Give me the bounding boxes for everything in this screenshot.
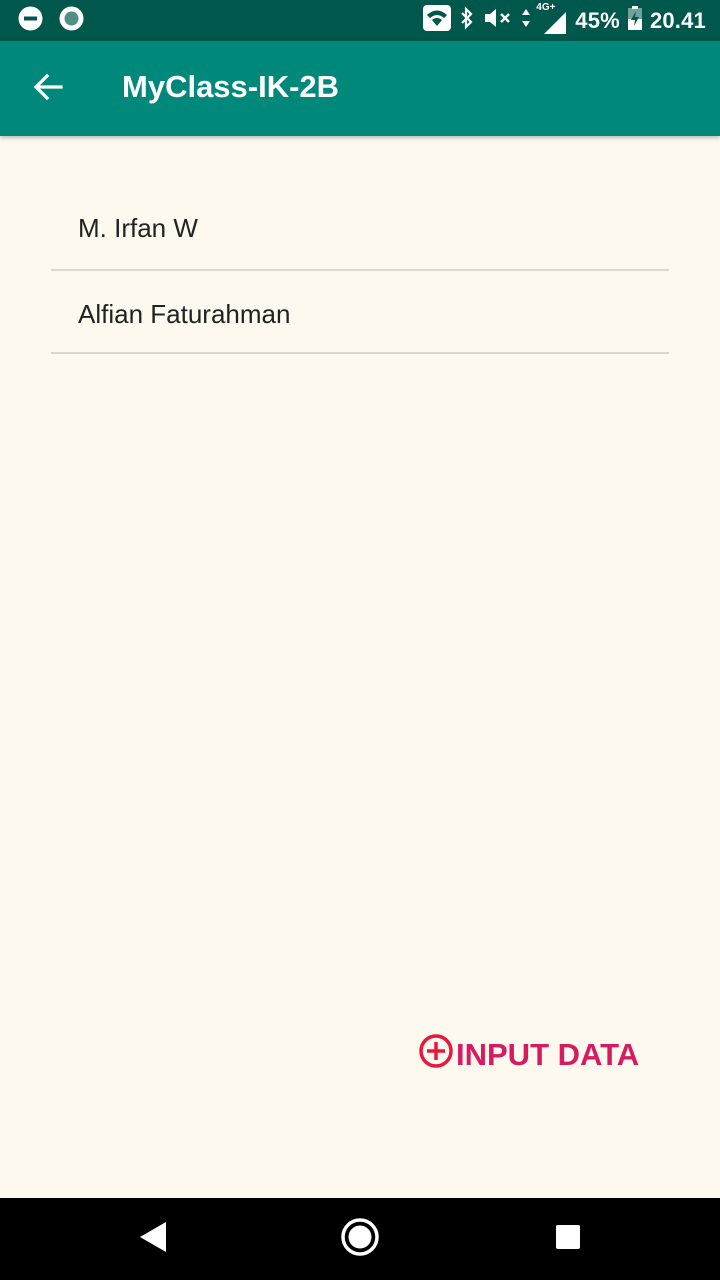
page-title: MyClass-IK-2B	[122, 69, 340, 104]
list-item[interactable]: M. Irfan W	[51, 187, 669, 271]
status-bar: 4G+ 45% 20.41	[0, 0, 720, 41]
data-arrows-icon	[521, 7, 531, 34]
navigation-bar	[0, 1198, 720, 1280]
input-data-label: INPUT DATA	[456, 1037, 640, 1072]
student-list: M. Irfan W Alfian Faturahman	[51, 187, 669, 354]
app-bar: MyClass-IK-2B	[0, 41, 720, 136]
nav-home-icon	[340, 1217, 380, 1262]
status-left-icons	[18, 6, 84, 36]
clock: 20.41	[649, 7, 706, 33]
battery-percent: 45%	[575, 7, 620, 33]
battery-icon	[627, 6, 642, 35]
list-item-label: Alfian Faturahman	[78, 299, 291, 329]
bluetooth-icon	[459, 6, 475, 35]
nav-back-icon	[138, 1221, 168, 1258]
input-data-button[interactable]: INPUT DATA	[418, 1033, 640, 1077]
arrow-back-icon	[33, 72, 63, 107]
status-right-icons: 4G+ 45% 20.41	[423, 0, 706, 41]
list-item[interactable]: Alfian Faturahman	[51, 271, 669, 354]
record-icon	[59, 6, 84, 36]
network-label: 4G+	[535, 1, 557, 13]
nav-recents-icon	[555, 1224, 581, 1255]
list-item-label: M. Irfan W	[78, 213, 198, 243]
nav-home-button[interactable]	[338, 1217, 382, 1262]
back-button[interactable]	[26, 67, 70, 111]
dnd-icon	[18, 6, 43, 36]
add-circle-icon	[418, 1033, 454, 1077]
mute-icon	[483, 7, 513, 34]
signal-icon: 4G+	[535, 1, 567, 34]
nav-recents-button[interactable]	[546, 1218, 590, 1260]
nav-back-button[interactable]	[131, 1218, 175, 1260]
wifi-icon	[423, 5, 452, 36]
